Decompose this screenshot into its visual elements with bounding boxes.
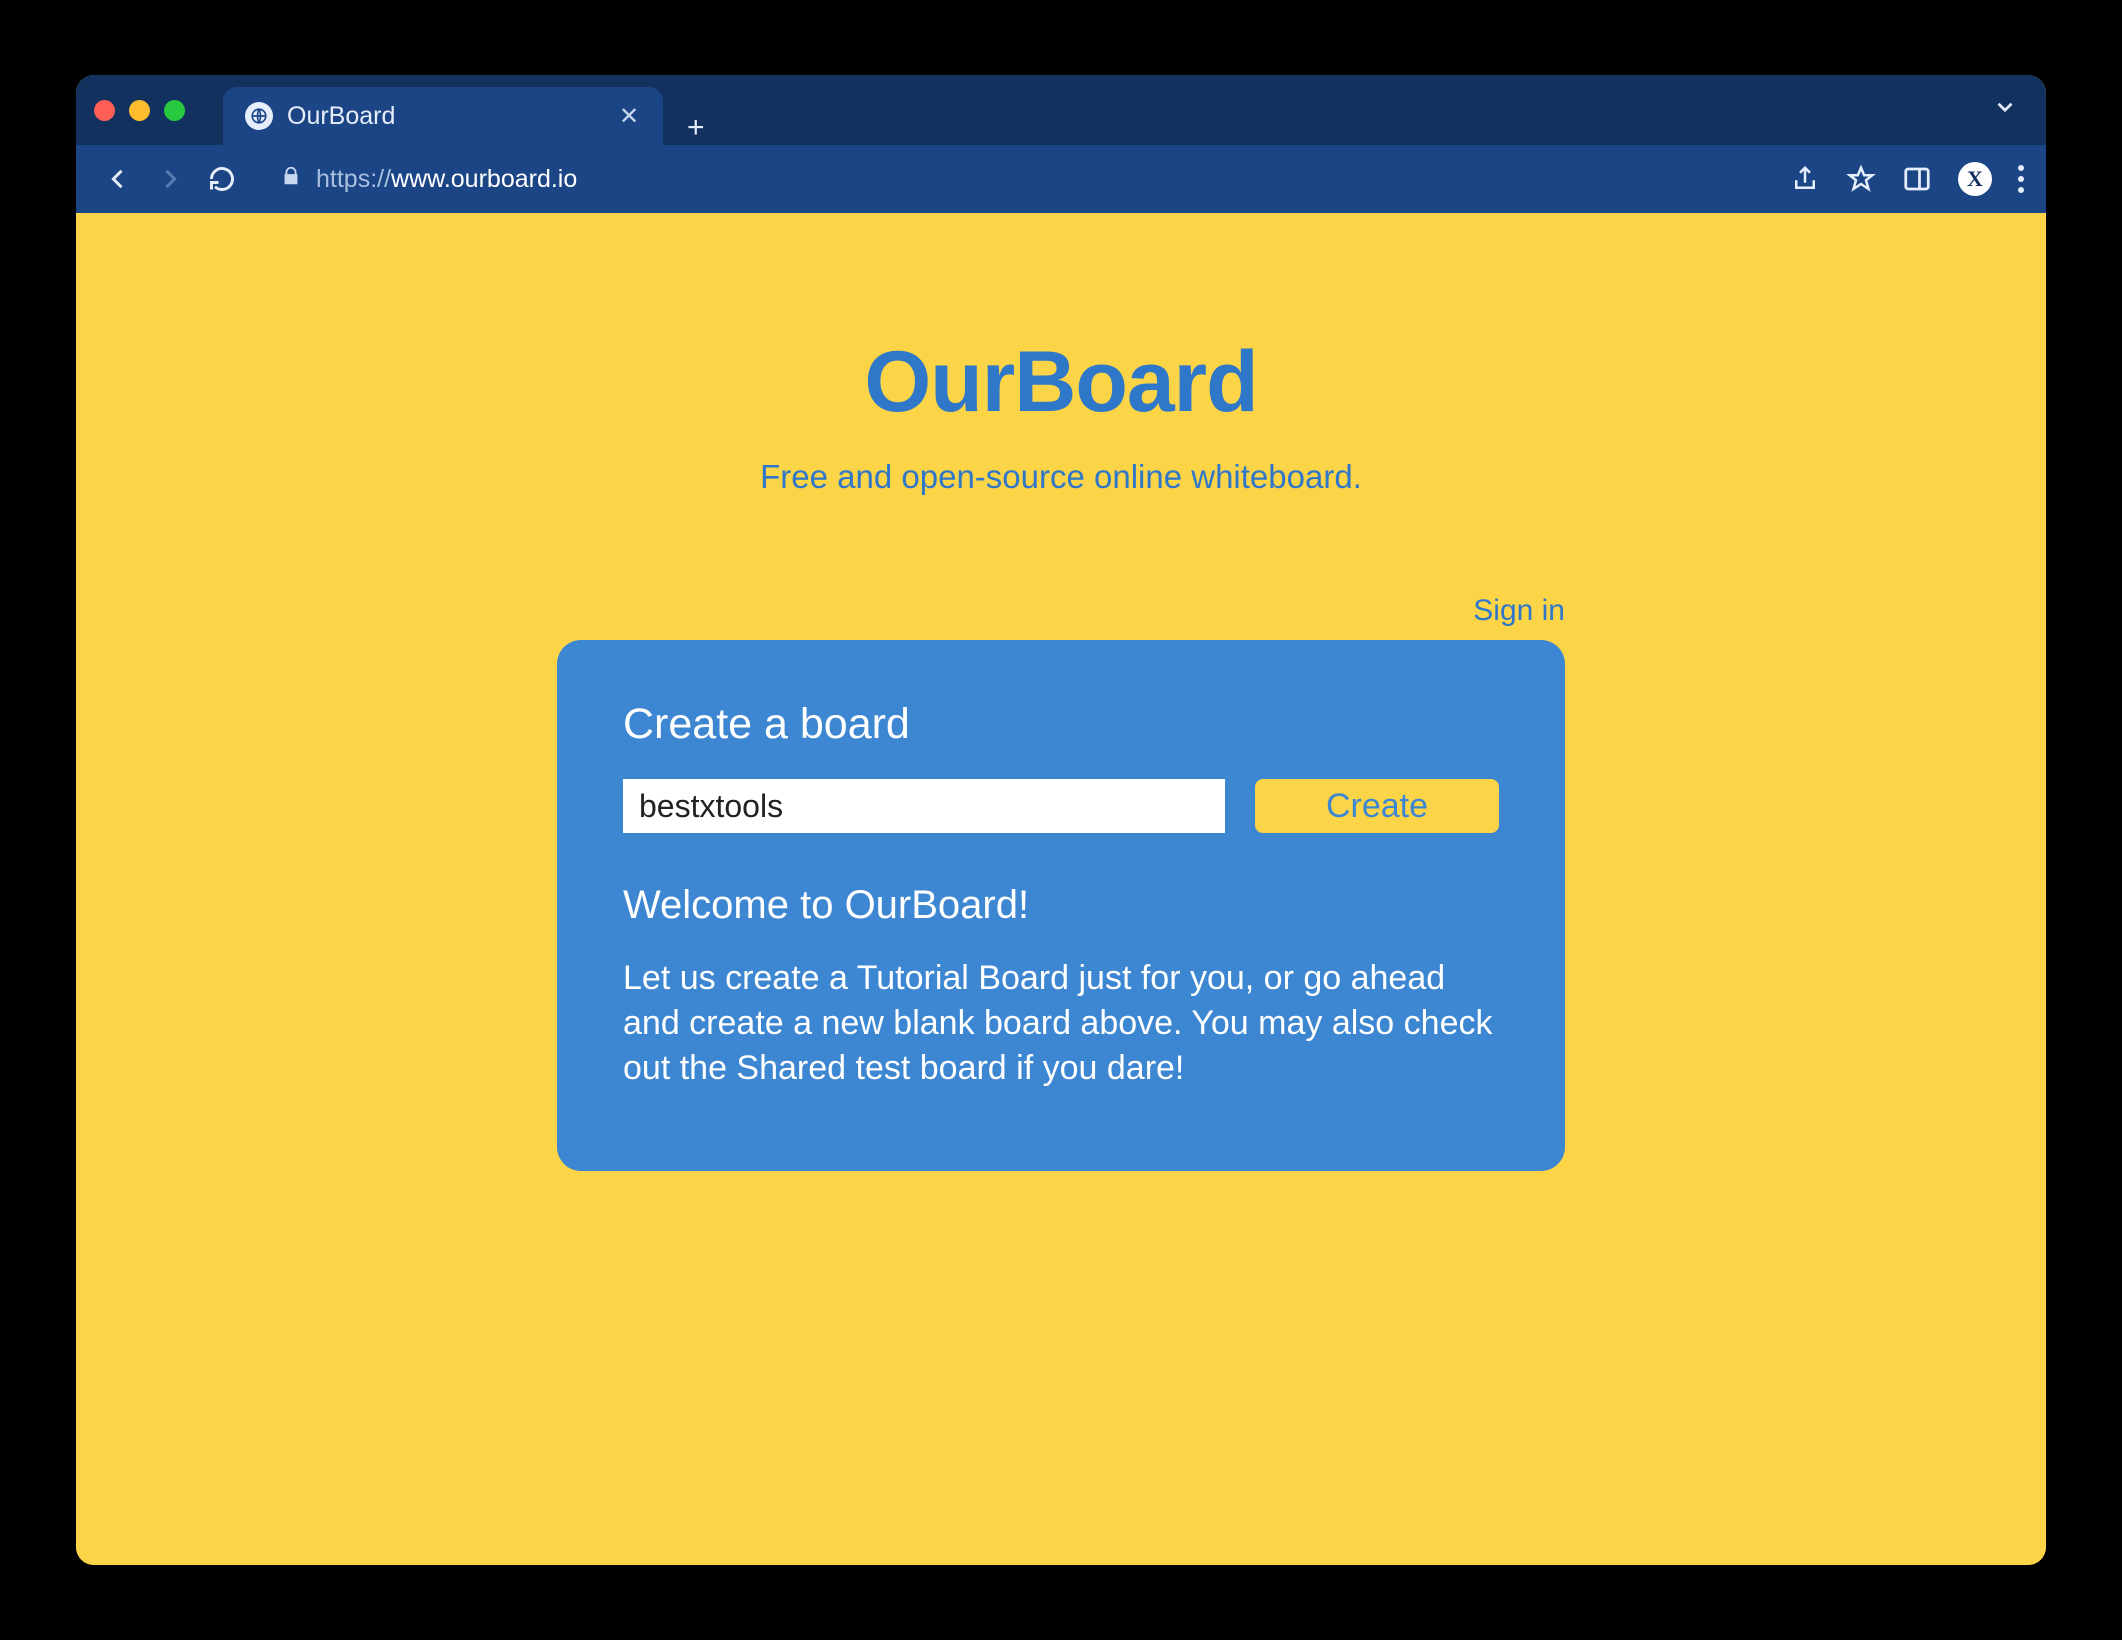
bookmark-star-icon[interactable] [1846,164,1876,194]
browser-tab[interactable]: OurBoard ✕ [223,87,663,145]
maximize-window-button[interactable] [164,100,185,121]
page-content: OurBoard Free and open-source online whi… [76,213,2046,1565]
kebab-menu-icon[interactable] [2018,165,2024,193]
card-wrapper: Sign in Create a board Create Welcome to… [557,594,1565,1171]
create-board-card: Create a board Create Welcome to OurBoar… [557,640,1565,1171]
toolbar-right: X [1790,162,2024,196]
url-host: www.ourboard.io [391,165,577,193]
window-controls [94,100,185,121]
signin-row: Sign in [557,594,1565,628]
profile-letter: X [1967,166,1983,192]
back-button[interactable] [98,159,138,199]
reload-button[interactable] [202,159,242,199]
globe-icon [245,102,273,130]
new-tab-button[interactable]: + [687,111,705,145]
address-bar: https://www.ourboard.io X [76,145,2046,213]
tabs-dropdown-icon[interactable] [1992,94,2018,126]
welcome-body: Let us create a Tutorial Board just for … [623,956,1499,1091]
profile-avatar[interactable]: X [1958,162,1992,196]
product-logo: OurBoard [864,333,1257,432]
lock-icon [280,165,302,194]
welcome-heading: Welcome to OurBoard! [623,883,1499,928]
forward-button[interactable] [150,159,190,199]
close-tab-icon[interactable]: ✕ [617,102,641,131]
url-scheme: https:// [316,165,391,193]
url-field[interactable]: https://www.ourboard.io [262,154,1760,204]
side-panel-icon[interactable] [1902,164,1932,194]
tabs-container: OurBoard ✕ + [223,75,1992,145]
minimize-window-button[interactable] [129,100,150,121]
signin-link[interactable]: Sign in [1473,594,1565,627]
close-window-button[interactable] [94,100,115,121]
tab-title: OurBoard [287,102,603,131]
tagline: Free and open-source online whiteboard. [760,458,1362,496]
tab-strip: OurBoard ✕ + [76,75,2046,145]
board-name-input[interactable] [623,779,1225,833]
create-heading: Create a board [623,700,1499,749]
create-row: Create [623,779,1499,833]
url-text: https://www.ourboard.io [316,165,577,194]
create-button[interactable]: Create [1255,779,1499,833]
browser-window: OurBoard ✕ + https://www.ourboard.io [76,75,2046,1565]
share-icon[interactable] [1790,164,1820,194]
